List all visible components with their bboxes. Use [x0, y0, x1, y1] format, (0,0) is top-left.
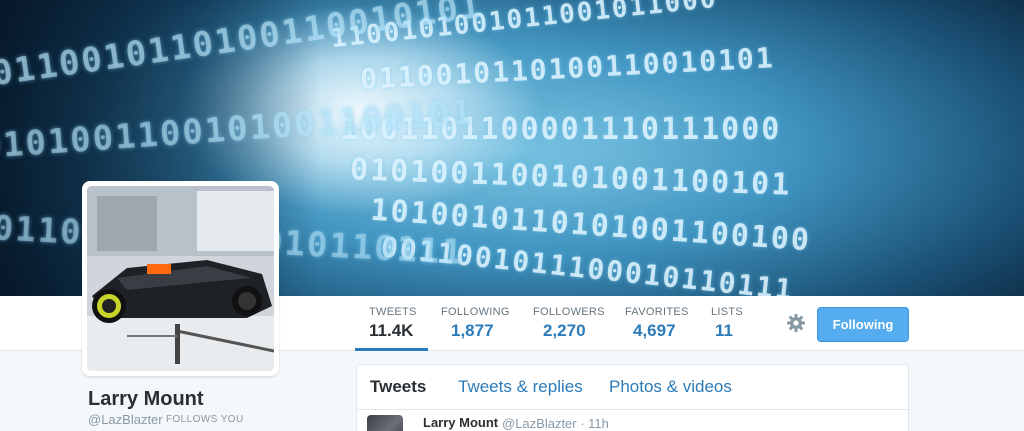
- stat-lists[interactable]: LISTS 11: [711, 306, 743, 341]
- banner-binary-row: 0110010110100110010101: [359, 41, 776, 96]
- tweet-author-name[interactable]: Larry Mount: [423, 415, 498, 430]
- tab-divider: [357, 409, 908, 410]
- tab-photos-and-videos[interactable]: Photos & videos: [609, 377, 732, 397]
- stat-value: 4,697: [633, 321, 676, 340]
- gear-icon[interactable]: [786, 313, 806, 333]
- stat-label: LISTS: [711, 306, 744, 318]
- following-button[interactable]: Following: [817, 307, 909, 342]
- stat-value: 1,877: [451, 321, 494, 340]
- stat-followers[interactable]: FOLLOWERS 2,270: [533, 306, 605, 341]
- tab-tweets-and-replies[interactable]: Tweets & replies: [458, 377, 583, 397]
- stat-value: 2,270: [543, 321, 586, 340]
- profile-avatar-frame[interactable]: [82, 181, 279, 376]
- timeline: Tweets Tweets & replies Photos & videos …: [356, 364, 909, 431]
- profile-name: Larry Mount: [88, 388, 204, 410]
- follows-you-badge: FOLLOWS YOU: [166, 414, 244, 425]
- stat-favorites[interactable]: FAVORITES 4,697: [625, 306, 689, 341]
- tweet-avatar[interactable]: [367, 415, 403, 431]
- stat-label: FOLLOWERS: [533, 306, 605, 318]
- stat-label: FOLLOWING: [441, 306, 510, 318]
- stat-following[interactable]: FOLLOWING 1,877: [441, 306, 510, 341]
- stat-value: 11.4K: [369, 321, 414, 340]
- tweet-handle-time[interactable]: @LazBlazter · 11h: [502, 416, 609, 431]
- stat-tweets[interactable]: TWEETS 11.4K: [369, 306, 417, 341]
- stat-label: TWEETS: [369, 306, 417, 318]
- stat-label: FAVORITES: [625, 306, 689, 318]
- stat-value: 11: [715, 321, 733, 340]
- profile-handle[interactable]: @LazBlazter: [88, 412, 163, 427]
- tab-tweets[interactable]: Tweets: [370, 377, 426, 397]
- avatar: [87, 186, 274, 371]
- active-stat-underline: [355, 348, 428, 351]
